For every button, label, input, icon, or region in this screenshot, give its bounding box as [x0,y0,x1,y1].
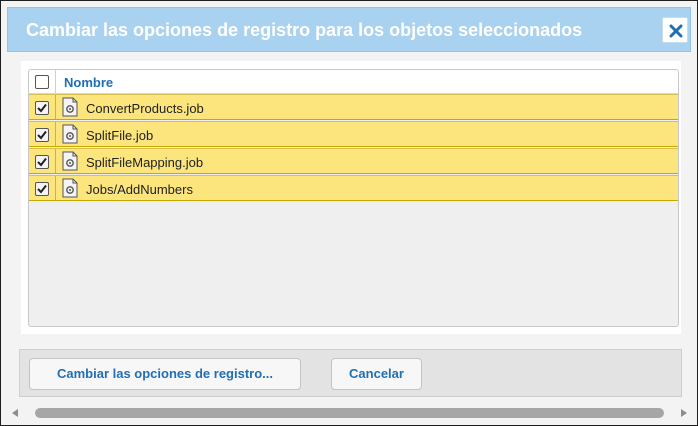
cancel-button[interactable]: Cancelar [331,358,422,390]
row-checkbox[interactable] [35,101,49,115]
change-logging-options-button[interactable]: Cambiar las opciones de registro... [29,358,301,390]
row-check-column [29,122,56,146]
dialog-titlebar: Cambiar las opciones de registro para lo… [7,7,691,52]
header-check-column [29,70,56,93]
dialog-title: Cambiar las opciones de registro para lo… [26,20,583,40]
checkmark-icon [37,130,47,140]
row-label: Jobs/AddNumbers [86,182,193,197]
list-item[interactable]: SplitFileMapping.job [29,148,678,174]
checkmark-icon [37,184,47,194]
row-checkbox[interactable] [35,182,49,196]
checkmark-icon [37,103,47,113]
row-check-column [29,95,56,119]
job-file-icon [62,124,78,144]
row-label: SplitFileMapping.job [86,155,204,170]
row-label: ConvertProducts.job [86,101,204,116]
select-all-checkbox[interactable] [35,75,49,89]
row-check-column [29,149,56,173]
list-item[interactable]: SplitFile.job [29,121,678,147]
objects-panel: Nombre ConvertProducts.job SplitFile.job… [21,61,681,334]
job-file-icon [62,178,78,198]
row-checkbox[interactable] [35,155,49,169]
list-header: Nombre [29,70,678,94]
close-button[interactable] [662,17,688,43]
list-item[interactable]: Jobs/AddNumbers [29,175,678,201]
list-item[interactable]: ConvertProducts.job [29,94,678,120]
name-column-header[interactable]: Nombre [64,75,113,90]
objects-list: Nombre ConvertProducts.job SplitFile.job… [28,69,679,327]
row-check-column [29,176,56,200]
horizontal-scrollbar[interactable] [7,404,693,422]
job-file-icon [62,151,78,171]
scrollbar-thumb[interactable] [35,408,664,418]
close-icon [669,24,683,38]
checkmark-icon [37,157,47,167]
change-logging-dialog: Cambiar las opciones de registro para lo… [0,0,698,426]
dialog-footer: Cambiar las opciones de registro... Canc… [19,349,682,397]
scroll-right-arrow-icon[interactable] [679,408,689,418]
scroll-left-arrow-icon[interactable] [10,408,20,418]
row-checkbox[interactable] [35,128,49,142]
job-file-icon [62,97,78,117]
row-label: SplitFile.job [86,128,154,143]
